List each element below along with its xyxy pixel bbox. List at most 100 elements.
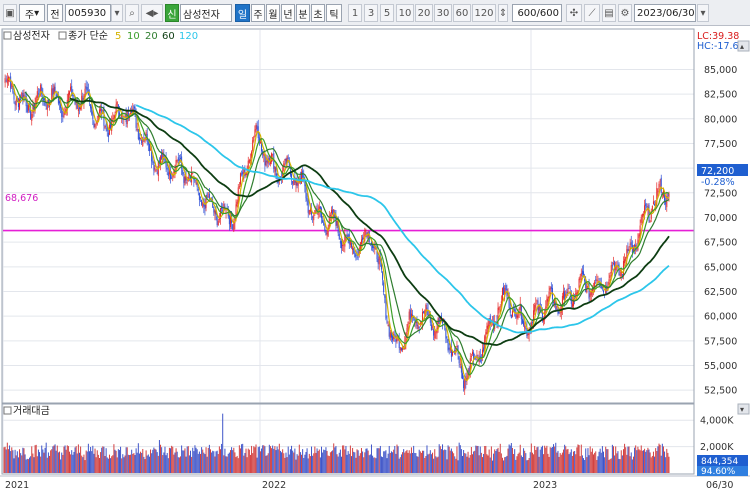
- volume-bar: [252, 453, 254, 473]
- tab-tick[interactable]: 틱: [326, 4, 342, 22]
- volume-bar: [211, 452, 213, 473]
- volume-bar: [402, 452, 404, 473]
- volume-bar: [107, 458, 109, 473]
- interval-1-label: 1: [351, 7, 359, 19]
- tab-yearly[interactable]: 년: [281, 4, 295, 22]
- volume-bar: [206, 456, 208, 473]
- volume-bar: [227, 453, 229, 473]
- tab-daily[interactable]: 일: [235, 4, 250, 22]
- candle-body: [324, 225, 326, 231]
- volume-bar: [293, 452, 295, 473]
- tab-second[interactable]: 초: [311, 4, 325, 22]
- volume-bar: [231, 447, 233, 473]
- volume-bar: [458, 442, 460, 473]
- volume-bar: [277, 449, 279, 473]
- volume-bar: [152, 449, 154, 473]
- candle-body: [579, 275, 581, 281]
- volume-bar: [55, 450, 57, 473]
- candle-body: [183, 176, 185, 183]
- volume-bar: [392, 452, 394, 473]
- interval-20[interactable]: 20: [415, 4, 433, 22]
- candle-body: [176, 160, 178, 162]
- interval-30[interactable]: 30: [434, 4, 452, 22]
- tab-weekly[interactable]: 주: [251, 4, 265, 22]
- candle-body: [452, 351, 454, 356]
- candle-body: [37, 93, 39, 95]
- previous-stock-icon[interactable]: ◀▸: [141, 4, 163, 22]
- volume-bar: [360, 448, 362, 473]
- window-icon[interactable]: ▣: [3, 4, 17, 22]
- volume-bar: [195, 447, 197, 473]
- volume-bar: [523, 448, 525, 473]
- volume-bar: [406, 449, 408, 473]
- date-field[interactable]: 2023/06/30: [634, 4, 696, 22]
- market-tab[interactable]: 전: [47, 4, 63, 22]
- save-icon[interactable]: ▤: [602, 4, 616, 22]
- volume-bar: [496, 449, 498, 473]
- candle-body: [200, 197, 202, 199]
- search-icon[interactable]: ⌕: [125, 4, 139, 22]
- volume-bar: [518, 452, 520, 473]
- interval-1[interactable]: 1: [348, 4, 362, 22]
- code-dropdown-icon[interactable]: ▾: [111, 4, 123, 22]
- volume-bar: [559, 453, 561, 473]
- candle-body: [355, 254, 357, 256]
- date-dropdown-icon[interactable]: ▾: [697, 4, 709, 22]
- volume-bar: [395, 453, 397, 473]
- volume-toggle-icon[interactable]: [3, 406, 12, 415]
- volume-bar: [30, 456, 32, 473]
- candle-body: [167, 172, 169, 177]
- volume-bar: [617, 451, 619, 473]
- volume-bar: [466, 456, 468, 473]
- volume-bar: [205, 447, 207, 473]
- market-select[interactable]: 주 ▾: [19, 4, 45, 22]
- stock-chart[interactable]: 52,500 55,000 57,500 60,000 62,500 65,000 67,5…: [0, 27, 750, 491]
- candle-body: [511, 310, 513, 317]
- trendline-icon[interactable]: ⟋: [584, 4, 600, 22]
- volume-bar: [397, 446, 399, 473]
- crosshair-icon[interactable]: ✣: [566, 4, 582, 22]
- candle-body: [458, 356, 460, 364]
- volume-bar: [506, 455, 508, 473]
- interval-10[interactable]: 10: [396, 4, 414, 22]
- volume-bar: [474, 450, 476, 473]
- volume-bar: [157, 455, 159, 473]
- candle-body: [553, 301, 555, 304]
- volume-bar: [539, 449, 541, 473]
- toolbar: ▣ 주 ▾ 전 005930 ▾ ⌕ ◀▸ 신 삼성전자 일 주 월 년 분 초 …: [0, 0, 750, 26]
- volume-bar: [207, 447, 209, 473]
- volume-bar: [423, 450, 425, 473]
- candle-body: [91, 106, 93, 115]
- ma-toggle-icon[interactable]: [58, 31, 67, 40]
- candle-body: [538, 305, 540, 314]
- interval-60[interactable]: 60: [453, 4, 471, 22]
- volume-bar: [281, 452, 283, 473]
- volume-bar: [543, 454, 545, 473]
- volume-bar: [303, 457, 305, 473]
- volume-bar: [662, 446, 664, 473]
- volume-bar: [87, 443, 89, 473]
- candle-body: [509, 307, 511, 313]
- time-tick-label: 2022: [262, 480, 286, 491]
- count-field[interactable]: 600/600: [512, 4, 562, 22]
- gear-icon[interactable]: ⚙: [618, 4, 632, 22]
- volume-bar: [500, 453, 502, 473]
- legend-toggle-icon[interactable]: [3, 31, 12, 40]
- volume-bar: [42, 449, 44, 473]
- tab-minute[interactable]: 분: [296, 4, 310, 22]
- interval-5[interactable]: 5: [380, 4, 394, 22]
- volume-bar: [364, 452, 366, 473]
- interval-spinner-icon[interactable]: ⇕: [498, 4, 508, 22]
- candle-body: [638, 234, 640, 239]
- volume-bar: [256, 457, 258, 473]
- tab-monthly[interactable]: 월: [266, 4, 280, 22]
- code-input[interactable]: 005930: [65, 4, 111, 22]
- volume-bar: [65, 449, 67, 473]
- volume-bar: [647, 447, 649, 473]
- volume-bar: [491, 460, 493, 473]
- candle-body: [556, 306, 558, 308]
- interval-3[interactable]: 3: [364, 4, 378, 22]
- volume-bar: [531, 452, 533, 473]
- volume-bar: [602, 451, 604, 473]
- interval-120[interactable]: 120: [472, 4, 496, 22]
